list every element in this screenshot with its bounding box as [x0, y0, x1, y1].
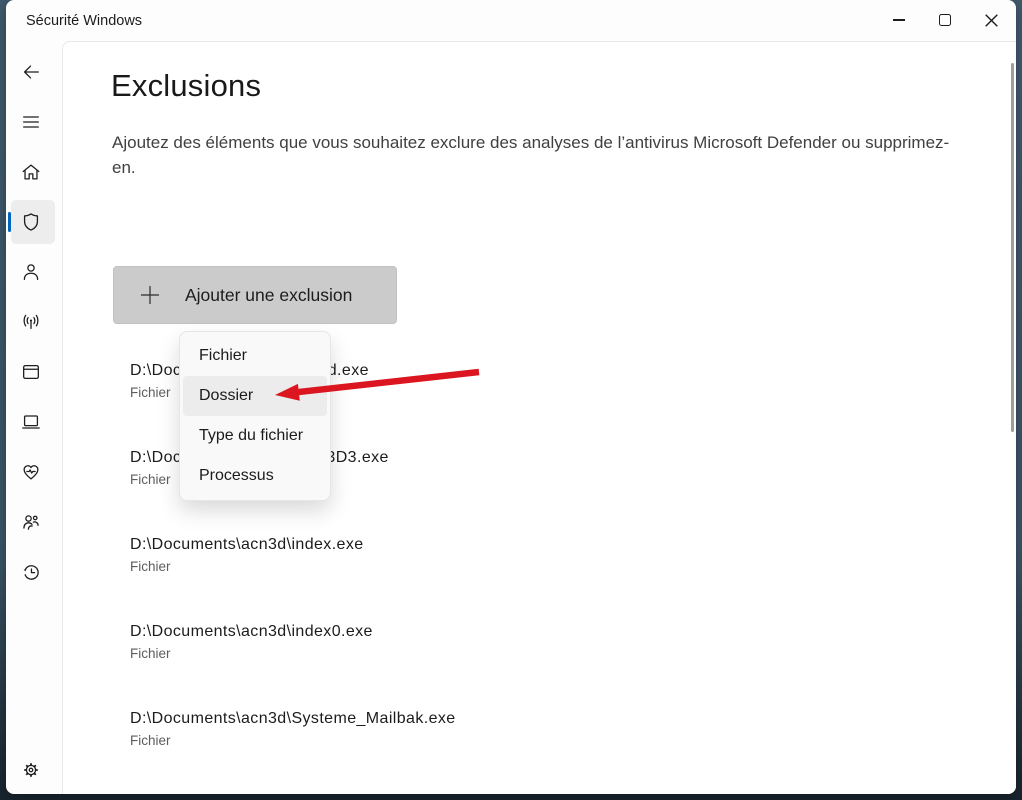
exclusion-row[interactable]: D:\Documents\acn3d\index.exe Fichier	[130, 536, 364, 574]
page-description: Ajoutez des éléments que vous souhaitez …	[112, 130, 964, 180]
sidebar-item-home[interactable]	[20, 161, 42, 183]
add-exclusion-dropdown-menu: Fichier Dossier Type du fichier Processu…	[179, 331, 331, 501]
exclusion-row[interactable]: D:\Documents\acn3d\index0.exe Fichier	[130, 623, 373, 661]
home-icon	[20, 161, 42, 183]
exclusion-path: D:\Documents\acn3d\index0.exe	[130, 623, 373, 641]
exclusion-row[interactable]: D:\Documents\acn3d\Systeme_Mailbak.exe F…	[130, 710, 456, 748]
add-exclusion-label: Ajouter une exclusion	[185, 285, 352, 306]
back-arrow-icon	[20, 61, 42, 83]
gear-icon	[20, 759, 42, 781]
sidebar-item-firewall-network-protection[interactable]	[20, 311, 42, 333]
exclusion-type: Fichier	[130, 559, 364, 574]
plus-icon	[139, 284, 161, 306]
sidebar-item-family-options[interactable]	[20, 511, 42, 533]
minimize-icon	[893, 19, 905, 20]
title-bar: Sécurité Windows	[6, 0, 1016, 42]
content-panel: Exclusions Ajoutez des éléments que vous…	[62, 41, 1016, 794]
window-title: Sécurité Windows	[26, 0, 142, 42]
network-broadcast-icon	[20, 311, 42, 333]
nav-menu-button[interactable]	[20, 111, 42, 133]
hamburger-menu-icon	[20, 111, 42, 133]
sidebar-item-account-protection[interactable]	[20, 261, 42, 283]
family-group-icon	[20, 511, 42, 533]
shield-icon	[20, 211, 42, 233]
sidebar-item-app-browser-control[interactable]	[20, 361, 42, 383]
sidebar-item-device-security[interactable]	[20, 411, 42, 433]
maximize-icon	[939, 14, 951, 26]
close-icon	[985, 14, 998, 27]
menu-item-fichier[interactable]: Fichier	[183, 336, 327, 376]
exclusion-path: D:\Documents\acn3d\index.exe	[130, 536, 364, 554]
page-title: Exclusions	[111, 68, 261, 104]
heart-pulse-icon	[20, 461, 42, 483]
maximize-button[interactable]	[922, 0, 968, 40]
sidebar-accent-indicator	[8, 212, 11, 232]
sidebar-item-settings[interactable]	[20, 759, 42, 781]
sidebar-item-device-performance-health[interactable]	[20, 461, 42, 483]
app-window-icon	[20, 361, 42, 383]
exclusion-path: D:\Documents\acn3d\Systeme_Mailbak.exe	[130, 710, 456, 728]
menu-item-dossier[interactable]: Dossier	[183, 376, 327, 416]
history-clock-icon	[20, 561, 42, 583]
menu-item-type-du-fichier[interactable]: Type du fichier	[183, 416, 327, 456]
laptop-icon	[20, 411, 42, 433]
window-controls	[876, 0, 1014, 40]
exclusion-type: Fichier	[130, 733, 456, 748]
account-icon	[20, 261, 42, 283]
menu-item-processus[interactable]: Processus	[183, 456, 327, 496]
exclusion-type: Fichier	[130, 646, 373, 661]
sidebar-item-protection-history[interactable]	[20, 561, 42, 583]
minimize-button[interactable]	[876, 0, 922, 40]
add-exclusion-button[interactable]: Ajouter une exclusion	[113, 266, 397, 324]
sidebar	[6, 42, 62, 794]
back-button[interactable]	[20, 61, 42, 83]
vertical-scrollbar[interactable]	[1011, 63, 1014, 432]
close-button[interactable]	[968, 0, 1014, 40]
sidebar-item-virus-threat-protection[interactable]	[20, 211, 42, 233]
app-window: Sécurité Windows	[6, 0, 1016, 794]
